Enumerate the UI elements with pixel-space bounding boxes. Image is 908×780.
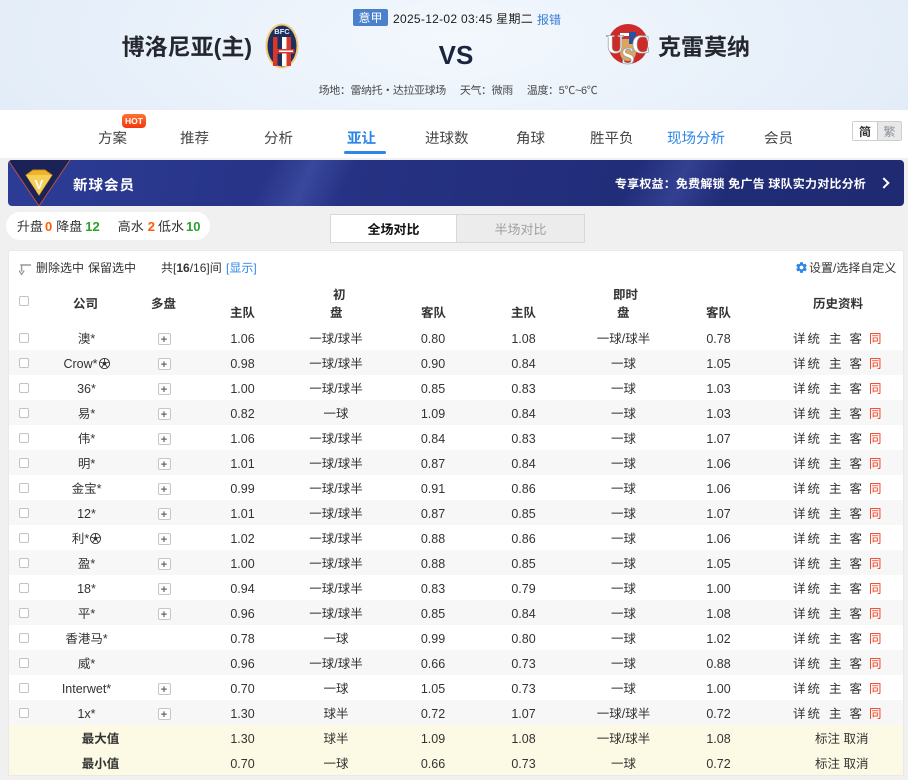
svg-text:S: S: [621, 44, 634, 66]
svg-text:BFC: BFC: [274, 27, 290, 36]
svg-text:V: V: [35, 177, 44, 192]
